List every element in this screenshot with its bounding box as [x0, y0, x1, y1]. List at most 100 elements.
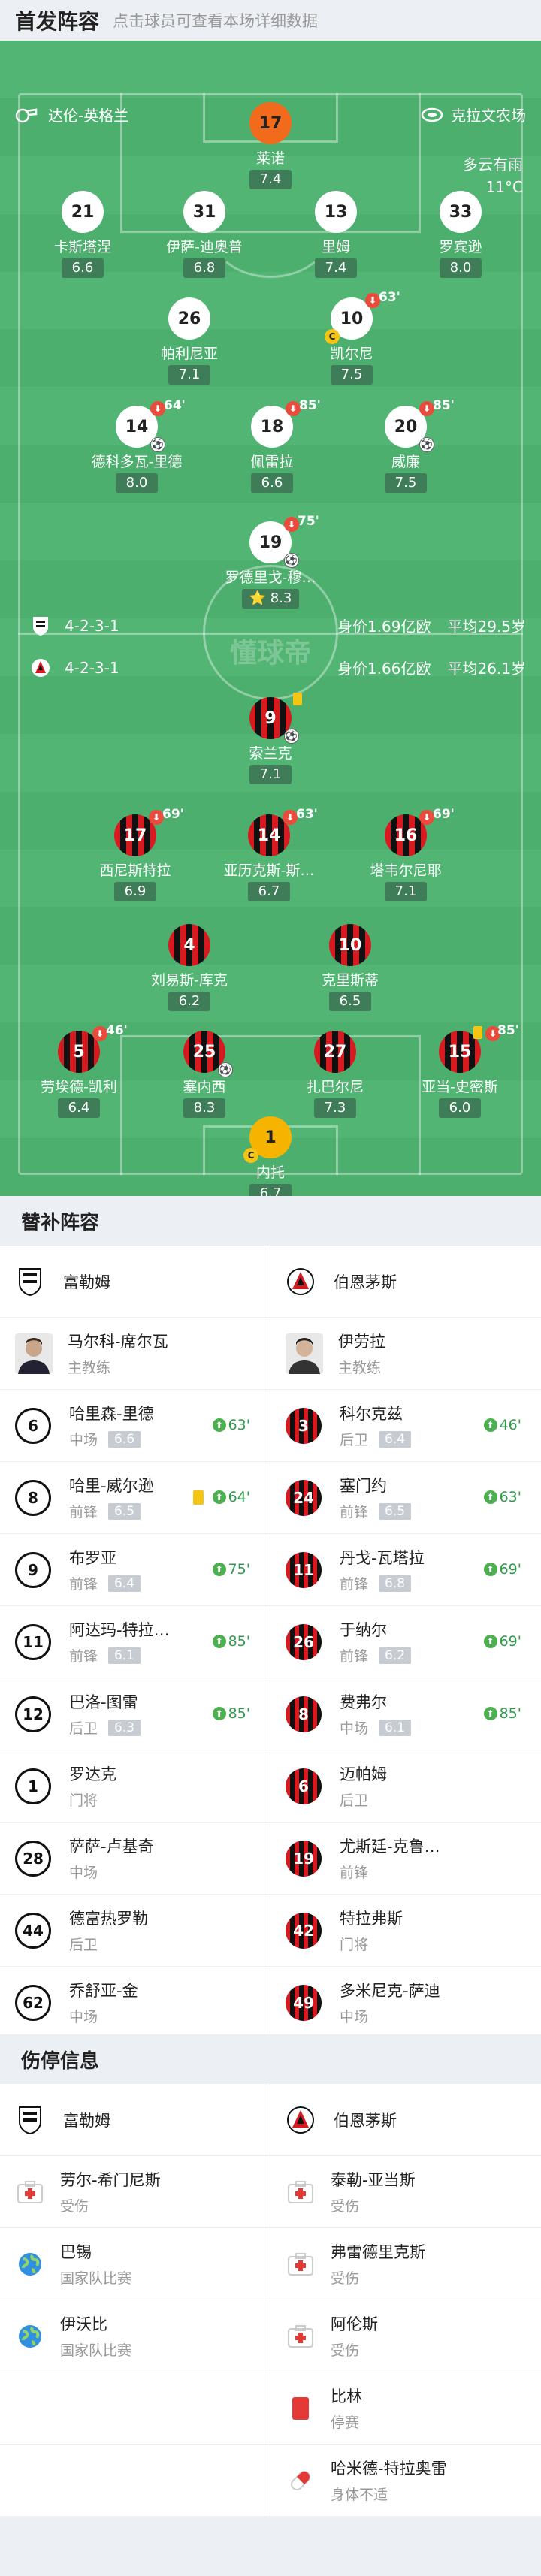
player-away-am3[interactable]: 16 ⬇ 69' 塔韦尔尼耶 7.1 [334, 807, 477, 901]
sub-player[interactable]: 28 萨萨-卢基奇 中场 [0, 1823, 270, 1895]
home-team-header[interactable]: 富勒姆 [0, 1246, 270, 1318]
sub-player[interactable]: 26 于纳尔 前锋 6.2 ⬆ 69' [270, 1606, 541, 1678]
player-home-gk[interactable]: 17 莱诺 7.4 [199, 102, 342, 189]
injured-player[interactable]: 巴锡 国家队比赛 [0, 2228, 270, 2300]
bournemouth-logo-icon [287, 2106, 314, 2134]
sub-player[interactable]: 6 迈帕姆 后卫 [270, 1750, 541, 1823]
sub-player[interactable]: 19 尤斯廷-克鲁… 前锋 [270, 1823, 541, 1895]
player-name: 德富热罗勒 [69, 1910, 148, 1928]
bournemouth-logo-icon [287, 1267, 314, 1295]
player-home-cb2[interactable]: 13 里姆 7.4 [264, 191, 407, 278]
player-number: 9 ⚽ [249, 693, 302, 744]
injured-player[interactable]: 阿伦斯 受伤 [270, 2300, 541, 2372]
sub-player[interactable]: 9 布罗亚 前锋 6.4 ⬆ 75' [0, 1534, 270, 1606]
sub-on-time: ⬆ 63' [212, 1417, 250, 1433]
player-name: 亚当-史密斯 [422, 1079, 498, 1095]
player-position: 后卫 [340, 1432, 369, 1448]
player-number: 18 ⬇ 85' [251, 398, 321, 448]
player-position: 后卫 [69, 1720, 98, 1737]
player-away-am1[interactable]: 17 ⬇ 69' 西尼斯特拉 6.9 [64, 807, 207, 901]
player-name: 塞门约 [340, 1477, 387, 1495]
sub-player[interactable]: 8 费弗尔 中场 6.1 ⬆ 85' [270, 1678, 541, 1750]
player-home-dm2[interactable]: 10 ⬇ C 63' 凯尔尼 7.5 [280, 290, 423, 385]
player-name: 费弗尔 [340, 1693, 387, 1711]
player-number: 16 ⬇ 69' [385, 807, 455, 856]
sub-player[interactable]: 42 特拉弗斯 门将 [270, 1895, 541, 1967]
sub-on-icon: ⬆ [212, 1563, 226, 1576]
injury-status: 国家队比赛 [60, 2270, 132, 2287]
player-away-dm2[interactable]: 10 克里斯蒂 6.5 [279, 924, 422, 1011]
player-away-dm1[interactable]: 4 刘易斯-库克 6.2 [118, 924, 261, 1011]
sub-player[interactable]: 1 罗达克 门将 [0, 1750, 270, 1823]
player-number: 21 [62, 191, 104, 233]
sub-player[interactable]: 49 多米尼克-萨迪 中场 [270, 1967, 541, 2039]
player-home-cb1[interactable]: 31 伊萨-迪奥普 6.8 [133, 191, 276, 278]
player-name: 科尔克兹 [340, 1405, 403, 1423]
injured-player[interactable]: 伊沃比 国家队比赛 [0, 2300, 270, 2372]
player-home-dm1[interactable]: 26 帕利尼亚 7.1 [118, 297, 261, 385]
injured-player[interactable]: 哈米德-特拉奥雷 身体不适 [270, 2445, 541, 2517]
player-name: 特拉弗斯 [340, 1910, 403, 1928]
sub-player[interactable]: 11 丹戈-瓦塔拉 前锋 6.8 ⬆ 69' [270, 1534, 541, 1606]
home-coach[interactable]: 马尔科-席尔瓦 主教练 [0, 1318, 270, 1390]
home-formation: 4-2-3-1 [65, 616, 119, 635]
shirt-number: 19 [286, 1840, 322, 1877]
player-home-am2[interactable]: 18 ⬇ 85' 佩雷拉 6.6 [201, 398, 343, 493]
player-name: 泰勒-亚当斯 [331, 2171, 416, 2189]
player-away-lb[interactable]: 5 ⬇ 46' 劳埃德-凯利 6.4 [8, 1023, 150, 1118]
player-away-gk[interactable]: 1C 内托 6.7 [199, 1116, 342, 1196]
sub-player[interactable]: 62 乔舒亚-金 中场 [0, 1967, 270, 2039]
home-team-name: 富勒姆 [63, 1273, 110, 1291]
player-position: 前锋 [340, 1648, 369, 1665]
player-position: 中场 [340, 1720, 369, 1737]
sub-player[interactable]: 12 巴洛-图雷 后卫 6.3 ⬆ 85' [0, 1678, 270, 1750]
player-home-lb[interactable]: 33 罗宾逊 8.0 [389, 191, 532, 278]
player-name: 劳埃德-凯利 [41, 1079, 117, 1095]
player-away-rb[interactable]: 15 ⬇ 85' 亚当-史密斯 6.0 [388, 1023, 531, 1118]
player-position: 门将 [340, 1937, 369, 1953]
player-home-am3[interactable]: 20 ⬇ ⚽ 85' 威廉 7.5 [334, 398, 477, 493]
away-team-name: 伯恩茅斯 [334, 2111, 397, 2130]
empty-cell [0, 2372, 270, 2445]
sub-on-icon: ⬆ [212, 1707, 226, 1720]
player-away-cb1[interactable]: 25 ⚽ 塞内西 8.3 [133, 1031, 276, 1118]
player-name: 西尼斯特拉 [99, 862, 171, 879]
coach-avatar [15, 1333, 53, 1374]
injured-player[interactable]: 劳尔-希门尼斯 受伤 [0, 2156, 270, 2228]
away-coach[interactable]: 伊劳拉 主教练 [270, 1318, 541, 1390]
home-team-header[interactable]: 富勒姆 [0, 2084, 270, 2156]
sub-player[interactable]: 11 阿达玛-特拉… 前锋 6.1 ⬆ 85' [0, 1606, 270, 1678]
player-number: 27 [314, 1031, 356, 1073]
player-away-cb2[interactable]: 27 扎巴尔尼 7.3 [264, 1031, 407, 1118]
player-rating: 7.1 [385, 882, 427, 901]
sub-player[interactable]: 6 哈里森-里德 中场 6.6 ⬆ 63' [0, 1390, 270, 1462]
player-name: 莱诺 [255, 150, 285, 167]
injured-player[interactable]: 比林 停赛 [270, 2372, 541, 2445]
shirt-number: 12 [15, 1696, 51, 1732]
sub-player[interactable]: 44 德富热罗勒 后卫 [0, 1895, 270, 1967]
player-rating: 6.5 [108, 1502, 141, 1520]
medkit-icon [286, 2321, 316, 2351]
player-position: 前锋 [69, 1504, 98, 1521]
sub-on-icon: ⬆ [212, 1490, 226, 1504]
away-team-header[interactable]: 伯恩茅斯 [270, 1246, 541, 1318]
shirt-number: 9 [15, 1551, 51, 1588]
sub-player[interactable]: 24 塞门约 前锋 6.5 ⬆ 63' [270, 1462, 541, 1534]
player-position: 前锋 [69, 1648, 98, 1665]
away-team-header[interactable]: 伯恩茅斯 [270, 2084, 541, 2156]
injured-player[interactable]: 泰勒-亚当斯 受伤 [270, 2156, 541, 2228]
player-number: 5 ⬇ 46' [58, 1023, 128, 1073]
injury-status: 停赛 [331, 2414, 360, 2431]
player-away-am2[interactable]: 14 ⬇ 63' 亚历克斯-斯… 6.7 [198, 807, 340, 901]
player-away-st[interactable]: 9 ⚽ 索兰克 7.1 [199, 693, 342, 784]
player-name: 塞内西 [183, 1079, 226, 1095]
away-formation: 4-2-3-1 [65, 658, 119, 677]
player-home-st[interactable]: 19 ⬇ ⚽ 75' 罗德里戈-穆… ⭐ 8.3 [199, 514, 342, 609]
sub-player[interactable]: 3 科尔克兹 后卫 6.4 ⬆ 46' [270, 1390, 541, 1462]
injured-player[interactable]: 弗雷德里克斯 受伤 [270, 2228, 541, 2300]
player-home-am1[interactable]: 14 ⬇ ⚽ 64' 德科多瓦-里德 8.0 [65, 398, 208, 493]
medkit-icon [286, 2177, 316, 2207]
player-number: 14 ⬇ 63' [248, 807, 318, 856]
lineup-title: 首发阵容 [15, 9, 100, 34]
sub-player[interactable]: 8 哈里-威尔逊 前锋 6.5 ⬆ 64' [0, 1462, 270, 1534]
